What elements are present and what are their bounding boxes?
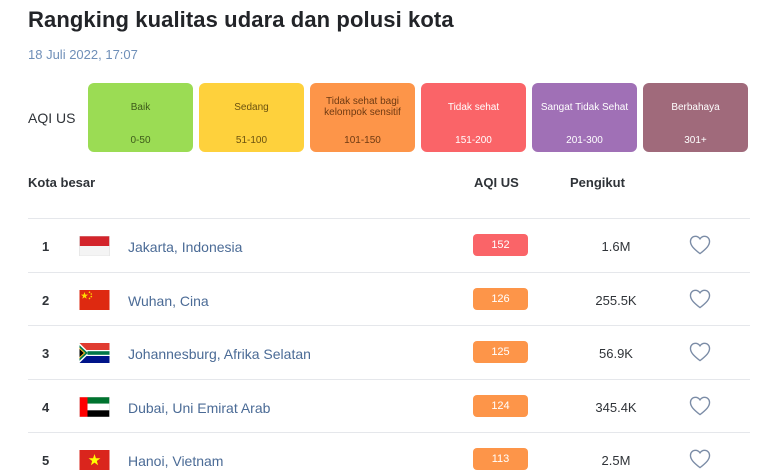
- heart-icon[interactable]: [689, 289, 711, 309]
- aqi-level-range: 0-50: [130, 135, 151, 146]
- aqi-level-card: Tidak sehat bagi kelompok sensitif 101-15…: [310, 83, 415, 152]
- heart-icon[interactable]: [689, 342, 711, 362]
- city-row[interactable]: 3 Johannesburg, Afrika Selatan 125 56.9K: [28, 325, 750, 379]
- flag-vietnam-icon: [79, 450, 110, 470]
- flag-china-icon: [79, 289, 110, 310]
- aqi-level-name: Baik: [130, 101, 151, 113]
- timestamp: 18 Juli 2022, 17:07: [28, 47, 138, 62]
- aqi-level-name: Sedang: [234, 101, 269, 113]
- aqi-badge: 125: [473, 341, 528, 363]
- aqi-level-card: Sangat Tidak Sehat 201-300: [532, 83, 637, 152]
- heart-icon[interactable]: [689, 396, 711, 416]
- city-name-link[interactable]: Johannesburg, Afrika Selatan: [128, 346, 311, 362]
- aqi-level-card: Baik 0-50: [88, 83, 193, 152]
- aqi-badge: 124: [473, 394, 528, 417]
- column-header-aqi: AQI US: [474, 175, 519, 190]
- aqi-level-range: 301+: [684, 135, 707, 146]
- followers-count: 1.6M: [601, 239, 631, 254]
- city-name-link[interactable]: Wuhan, Cina: [128, 293, 209, 309]
- city-row[interactable]: 2 Wuhan, Cina 126 255.5K: [28, 271, 750, 326]
- aqi-level-name: Berbahaya: [671, 101, 720, 113]
- city-ranking-list: 1 Jakarta, Indonesia 152 1.6M 2 Wuhan, Cina 12…: [28, 218, 750, 476]
- flag-south-africa-icon: [79, 343, 110, 363]
- followers-count: 345.4K: [595, 399, 637, 415]
- aqi-level-name: Sangat Tidak Sehat: [540, 101, 629, 113]
- aqi-level-range: 151-200: [455, 135, 492, 146]
- aqi-badge: 126: [473, 287, 528, 310]
- column-header-city: Kota besar: [28, 175, 96, 190]
- city-name-link[interactable]: Hanoi, Vietnam: [128, 453, 223, 469]
- aqi-badge: 113: [473, 448, 528, 470]
- followers-count: 56.9K: [599, 346, 633, 361]
- city-row[interactable]: 5 Hanoi, Vietnam 113 2.5M: [28, 432, 750, 476]
- followers-count: 255.5K: [595, 292, 637, 308]
- rank-number: 5: [42, 453, 50, 468]
- flag-indonesia-icon: [79, 235, 110, 257]
- aqi-level-range: 101-150: [344, 135, 381, 146]
- followers-count: 2.5M: [601, 453, 631, 468]
- rank-number: 1: [42, 239, 50, 254]
- page-title: Rangking kualitas udara dan polusi kota: [28, 7, 454, 32]
- city-name-link[interactable]: Jakarta, Indonesia: [128, 239, 242, 255]
- aqi-level-range: 201-300: [566, 135, 603, 146]
- flag-uae-icon: [79, 396, 110, 417]
- city-row[interactable]: 1 Jakarta, Indonesia 152 1.6M: [28, 218, 750, 272]
- aqi-level-name: Tidak sehat bagi kelompok sensitif: [324, 96, 401, 118]
- aqi-scale: Baik 0-50 Sedang 51-100 Tidak sehat bagi kel…: [88, 83, 750, 152]
- aqi-level-card: Tidak sehat 151-200: [421, 83, 526, 152]
- aqi-level-card: Berbahaya 301+: [643, 83, 748, 152]
- aqi-level-range: 51-100: [235, 135, 268, 146]
- city-row[interactable]: 4 Dubai, Uni Emirat Arab 124 345.4K: [28, 378, 750, 433]
- heart-icon[interactable]: [689, 235, 711, 255]
- rank-number: 2: [42, 292, 50, 308]
- aqi-level-name: Tidak sehat: [447, 101, 500, 113]
- aqi-level-card: Sedang 51-100: [199, 83, 304, 152]
- aqi-badge: 152: [473, 234, 528, 256]
- aqi-scale-label: AQI US: [28, 110, 76, 126]
- rank-number: 3: [42, 346, 50, 361]
- city-name-link[interactable]: Dubai, Uni Emirat Arab: [128, 400, 270, 416]
- rank-number: 4: [42, 399, 50, 415]
- heart-icon[interactable]: [689, 449, 711, 469]
- column-header-followers: Pengikut: [570, 175, 625, 190]
